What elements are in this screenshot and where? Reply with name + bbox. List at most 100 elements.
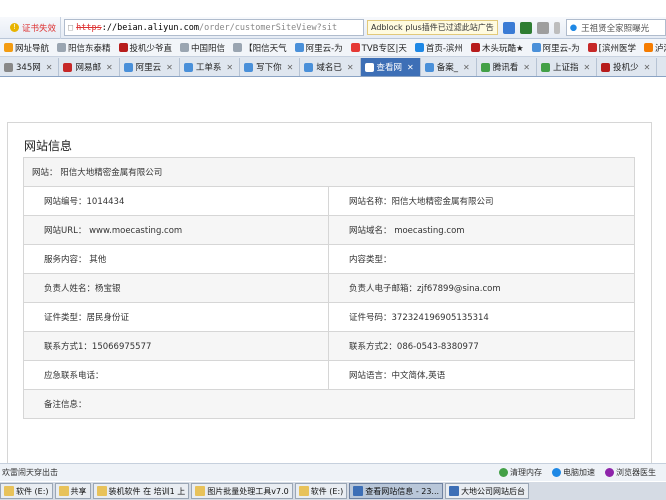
bookmark-item[interactable]: 中国阳信: [180, 42, 225, 54]
tab-favicon-icon: [63, 62, 73, 72]
bookmark-label: 泸湘通行: [654, 43, 666, 54]
bookmark-icon: [643, 43, 653, 52]
site-info-table: 网站： 阳信大地精密金属有限公司 网站编号：1014434 网站名称：阳信大地精密…: [23, 157, 635, 419]
taskbar-button[interactable]: 共享: [54, 483, 91, 499]
bookmark-label: 阿里云-为: [542, 43, 580, 54]
bookmark-label: TVB专区|天: [361, 43, 407, 54]
lightning-icon[interactable]: [536, 21, 549, 34]
table-cell: 负责人姓名：杨宝银: [23, 273, 329, 303]
bookmark-item[interactable]: TVB专区|天: [350, 42, 407, 54]
clean-memory-label: 清理内存: [510, 468, 542, 477]
browser-doctor-label: 浏览器医生: [616, 468, 656, 477]
browser-tab[interactable]: 阿里云 ✕: [120, 58, 180, 76]
tab-label: 345网: [16, 63, 41, 73]
browser-tab[interactable]: 网易邮 ✕: [59, 58, 120, 76]
address-bar: ! 证书失效 □ https://beian.aliyun.com/order/…: [0, 16, 666, 39]
bookmark-item[interactable]: 投机少爷直: [118, 42, 172, 54]
close-icon[interactable]: ✕: [106, 63, 113, 72]
table-row: 应急联系电话： 网站语言：中文简体,英语: [23, 360, 635, 390]
close-icon[interactable]: ✕: [644, 63, 651, 72]
bookmark-label: 中国阳信: [191, 43, 226, 54]
browser-tab[interactable]: 查看网 ✕: [360, 58, 421, 76]
bookmark-icon: [4, 43, 13, 52]
browser-tab[interactable]: 投机少 ✕: [597, 58, 658, 76]
url-host: ://beian.aliyun.com: [101, 22, 199, 33]
table-cell: 证件号码：372324196905135314: [328, 302, 635, 332]
taskbar-button[interactable]: 软件 (E:): [0, 483, 53, 499]
bookmark-label: 网址导航: [15, 43, 50, 54]
rocket-icon: [552, 468, 561, 477]
send-icon[interactable]: [519, 21, 532, 34]
taskbar-label: 共享: [70, 486, 87, 496]
tab-label: 阿里云: [135, 63, 162, 73]
table-cell: 应急联系电话：: [23, 360, 329, 390]
close-icon[interactable]: ✕: [407, 63, 414, 72]
chevron-down-icon[interactable]: [553, 21, 560, 34]
close-icon[interactable]: ✕: [46, 63, 53, 72]
browser-tab[interactable]: 腾讯看 ✕: [477, 58, 537, 76]
close-icon[interactable]: ✕: [226, 63, 233, 72]
bookmark-icon: [118, 43, 128, 52]
site-info-panel: 网站信息 网站： 阳信大地精密金属有限公司 网站编号：1014434 网站名称：阳…: [7, 122, 652, 500]
close-icon[interactable]: ✕: [523, 63, 530, 72]
bookmark-item[interactable]: 首页-滨州: [414, 42, 463, 54]
bookmark-item[interactable]: [滨州医学: [587, 42, 636, 54]
clean-memory-button[interactable]: 清理内存: [499, 467, 542, 478]
broom-icon: [499, 468, 508, 477]
warning-icon: !: [10, 23, 19, 32]
folder-icon: [449, 486, 460, 496]
bookmark-item[interactable]: 阿里云-为: [294, 42, 343, 54]
bookmark-icon: [470, 43, 480, 52]
adblock-notice[interactable]: Adblock plus插件已过滤此站广告: [367, 20, 498, 35]
browser-tab[interactable]: 上证指 ✕: [537, 58, 598, 76]
close-icon[interactable]: ✕: [166, 63, 173, 72]
tab-favicon-icon: [123, 62, 133, 72]
bookmark-item[interactable]: 【阳信天气: [233, 42, 287, 54]
doctor-icon: [605, 468, 614, 477]
taskbar-button[interactable]: 图片批量处理工具v7.0: [191, 483, 293, 499]
speedup-button[interactable]: 电脑加速: [552, 467, 595, 478]
table-cell: 服务内容： 其他: [23, 244, 329, 274]
tab-favicon-icon: [540, 62, 550, 72]
speedup-label: 电脑加速: [563, 468, 595, 477]
bookmark-item[interactable]: 阿里云-为: [531, 42, 580, 54]
browser-tab[interactable]: 备案_ ✕: [421, 58, 477, 76]
search-icon: ●: [569, 22, 578, 33]
tab-favicon-icon: [183, 62, 193, 72]
tab-favicon-icon: [304, 62, 314, 72]
close-icon[interactable]: ✕: [583, 63, 590, 72]
page-icon[interactable]: [502, 21, 515, 34]
url-input[interactable]: □ https://beian.aliyun.com/order/custome…: [64, 19, 365, 36]
table-cell: 网站URL： www.moecasting.com: [23, 215, 329, 245]
browser-tab[interactable]: 工单系 ✕: [180, 58, 241, 76]
taskbar-label: 图片批量处理工具v7.0: [207, 486, 289, 496]
table-cell: 网站域名： moecasting.com: [328, 215, 635, 245]
cert-warning[interactable]: ! 证书失效: [0, 16, 62, 39]
close-icon[interactable]: ✕: [287, 63, 294, 72]
table-cell: 网站编号：1014434: [23, 186, 329, 216]
bookmark-label: 木头玩酷★: [481, 43, 524, 54]
close-icon[interactable]: ✕: [463, 63, 470, 72]
taskbar-button[interactable]: 查看网站信息 - 23...: [349, 483, 444, 499]
search-input[interactable]: ● 王祖贤全家照曝光: [565, 19, 666, 36]
table-cell: 负责人电子邮箱：zjf67899@sina.com: [328, 273, 635, 303]
taskbar-button[interactable]: 装机软件 在 培训1 上: [92, 483, 190, 499]
browser-doctor-button[interactable]: 浏览器医生: [605, 467, 656, 478]
status-bar: 欢雷闹天穿出击 清理内存 电脑加速 浏览器医生: [0, 463, 666, 481]
bookmark-icon: [531, 43, 541, 52]
tab-label: 工单系: [195, 63, 222, 73]
table-row: 备注信息：: [23, 389, 635, 419]
bookmark-item[interactable]: 阳信东泰精: [57, 42, 111, 54]
bookmark-item[interactable]: 泸湘通行: [643, 42, 666, 54]
taskbar-button[interactable]: 大地公司网站后台: [445, 483, 530, 499]
browser-tab[interactable]: 写下你 ✕: [240, 58, 301, 76]
bookmark-item[interactable]: 木头玩酷★: [470, 42, 524, 54]
bookmark-icon: [180, 43, 190, 52]
bookmark-label: 阿里云-为: [305, 43, 343, 54]
close-icon[interactable]: ✕: [347, 63, 354, 72]
browser-tab[interactable]: 域名已 ✕: [300, 58, 361, 76]
bookmark-icon: [233, 43, 243, 52]
browser-tab[interactable]: 345网 ✕: [0, 58, 60, 76]
taskbar-button[interactable]: 软件 (E:): [294, 483, 348, 499]
bookmark-item[interactable]: 网址导航: [4, 42, 49, 54]
